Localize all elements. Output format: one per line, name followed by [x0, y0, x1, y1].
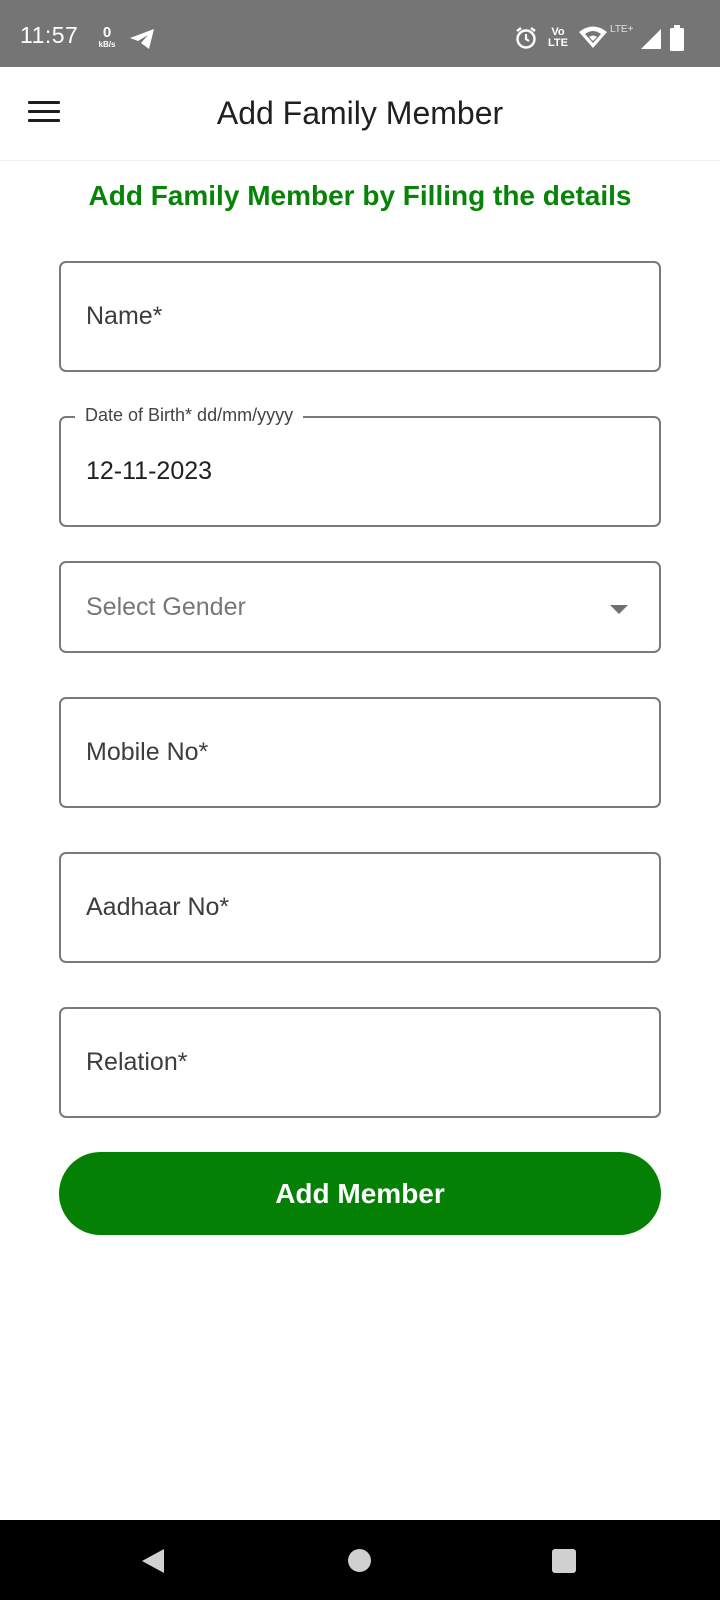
- battery-icon: [670, 25, 684, 51]
- volte-icon: Vo LTE: [548, 27, 568, 49]
- aadhaar-field: [59, 852, 661, 963]
- dob-field: Date of Birth* dd/mm/yyyy: [59, 405, 661, 527]
- signal-icon: [641, 29, 661, 49]
- status-bar: 11:57 0 kB/s Vo LTE LTE+: [0, 0, 720, 67]
- alarm-icon: [516, 27, 536, 49]
- home-icon[interactable]: [348, 1549, 371, 1572]
- lte-plus-label: LTE+: [610, 24, 634, 35]
- dropdown-caret-icon: [610, 605, 628, 614]
- name-input[interactable]: [61, 263, 659, 370]
- form-subtitle: Add Family Member by Filling the details: [88, 180, 632, 211]
- dob-input[interactable]: [61, 418, 659, 525]
- gender-select-value: Select Gender: [86, 592, 246, 621]
- page-title: Add Family Member: [216, 95, 504, 131]
- network-speed-unit: kB/s: [98, 40, 116, 49]
- relation-input[interactable]: [61, 1009, 659, 1116]
- app-bar: Add Family Member: [0, 67, 720, 161]
- volte-bottom-label: LTE: [548, 37, 568, 49]
- gender-select[interactable]: Select Gender: [59, 561, 661, 653]
- network-speed-value: 0: [102, 24, 112, 41]
- add-member-button[interactable]: Add Member: [59, 1152, 661, 1235]
- network-speed: 0 kB/s: [94, 25, 120, 49]
- telegram-icon: [130, 29, 154, 49]
- aadhaar-input[interactable]: [61, 854, 659, 961]
- mobile-input[interactable]: [61, 699, 659, 806]
- wifi-icon: [579, 26, 607, 48]
- back-icon[interactable]: [142, 1549, 164, 1573]
- mobile-field: [59, 697, 661, 808]
- recents-icon[interactable]: [552, 1549, 576, 1573]
- name-field: [59, 261, 661, 372]
- status-time: 11:57: [20, 22, 79, 48]
- system-nav-bar: [0, 1520, 720, 1600]
- relation-field: [59, 1007, 661, 1118]
